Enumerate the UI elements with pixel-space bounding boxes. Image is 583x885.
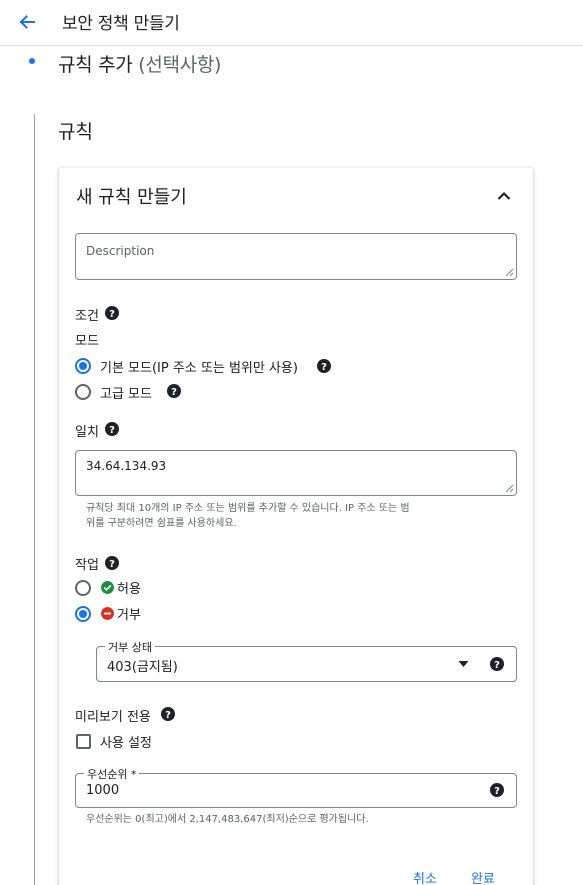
card-title: 새 규칙 만들기 [76, 187, 187, 208]
resize-handle-icon[interactable] [505, 484, 514, 493]
step-bullet [29, 58, 35, 64]
condition-label: 조건 [75, 309, 99, 324]
collapse-button[interactable] [492, 184, 516, 208]
preview-only-label: 미리보기 전용 [75, 710, 151, 725]
dropdown-arrow-icon[interactable] [458, 660, 469, 668]
help-icon[interactable]: ? [105, 422, 119, 436]
enable-checkbox[interactable] [76, 734, 91, 749]
deny-status-select[interactable]: 거부 상태 403(금지됨) ? [96, 639, 517, 682]
description-field[interactable]: Description [75, 233, 517, 280]
step-title-text: 규칙 추가 [58, 54, 133, 76]
arrow-back-icon [19, 15, 35, 29]
radio-allow[interactable] [75, 580, 91, 596]
action-label: 작업 [75, 558, 99, 573]
priority-label: 우선순위 * [84, 766, 140, 782]
radio-advanced-mode[interactable] [75, 384, 91, 400]
mode-label: 모드 [75, 334, 99, 349]
deny-circle-icon [101, 607, 114, 620]
help-icon[interactable]: ? [167, 384, 181, 398]
svg-text:?: ? [494, 786, 500, 797]
help-icon[interactable]: ? [161, 707, 175, 721]
priority-hint: 우선순위는 0(최고)에서 2,147,483,647(최저)순으로 평가됩니다… [86, 814, 369, 825]
stepper-line [34, 114, 35, 885]
svg-text:?: ? [171, 387, 177, 398]
svg-text:?: ? [109, 559, 115, 570]
rules-heading: 규칙 [58, 121, 93, 143]
enable-checkbox-label[interactable]: 사용 설정 [100, 732, 152, 751]
match-hint-line2: 위를 구분하려면 쉼표를 사용하세요. [86, 518, 237, 529]
svg-text:?: ? [165, 710, 171, 721]
deny-status-value: 403(금지됨) [107, 660, 178, 675]
help-icon[interactable]: ? [105, 306, 119, 320]
ip-range-field[interactable]: 34.64.134.93 [75, 450, 517, 496]
check-circle-icon [101, 581, 114, 594]
done-button[interactable]: 완료 [471, 868, 495, 885]
priority-field[interactable]: 우선순위 * 1000 ? [75, 766, 517, 808]
cancel-button[interactable]: 취소 [413, 868, 437, 885]
svg-text:?: ? [109, 425, 115, 436]
basic-mode-label[interactable]: 기본 모드(IP 주소 또는 범위만 사용) [100, 357, 298, 376]
svg-text:?: ? [109, 309, 115, 320]
deny-status-label: 거부 상태 [105, 639, 155, 655]
radio-basic-mode[interactable] [75, 358, 91, 374]
advanced-mode-label[interactable]: 고급 모드 [100, 383, 152, 402]
deny-label[interactable]: 거부 [117, 604, 141, 623]
svg-text:?: ? [321, 362, 327, 373]
new-rule-card: 새 규칙 만들기 Description 조건 ? 모드 기본 모드(IP 주소… [59, 168, 533, 885]
chevron-up-icon [497, 191, 511, 200]
help-icon[interactable]: ? [317, 359, 331, 373]
step-title: 규칙 추가 (선택사항) [58, 50, 221, 77]
match-hint-line1: 규칙당 최대 10개의 IP 주소 또는 범위를 추가할 수 있습니다. IP … [86, 503, 410, 514]
resize-handle-icon[interactable] [505, 268, 514, 277]
top-app-bar: 보안 정책 만들기 [0, 0, 583, 46]
help-icon[interactable]: ? [105, 556, 119, 570]
step-optional-text: (선택사항) [138, 54, 222, 76]
svg-text:?: ? [494, 660, 500, 671]
allow-label[interactable]: 허용 [117, 578, 141, 597]
back-button[interactable] [12, 7, 42, 37]
help-icon[interactable]: ? [490, 783, 504, 797]
ip-range-value: 34.64.134.93 [86, 459, 167, 473]
radio-deny[interactable] [75, 606, 91, 622]
priority-value: 1000 [86, 783, 120, 798]
page-title: 보안 정책 만들기 [62, 14, 180, 34]
help-icon[interactable]: ? [490, 657, 504, 671]
match-label: 일치 [75, 425, 99, 440]
description-placeholder: Description [86, 244, 155, 258]
